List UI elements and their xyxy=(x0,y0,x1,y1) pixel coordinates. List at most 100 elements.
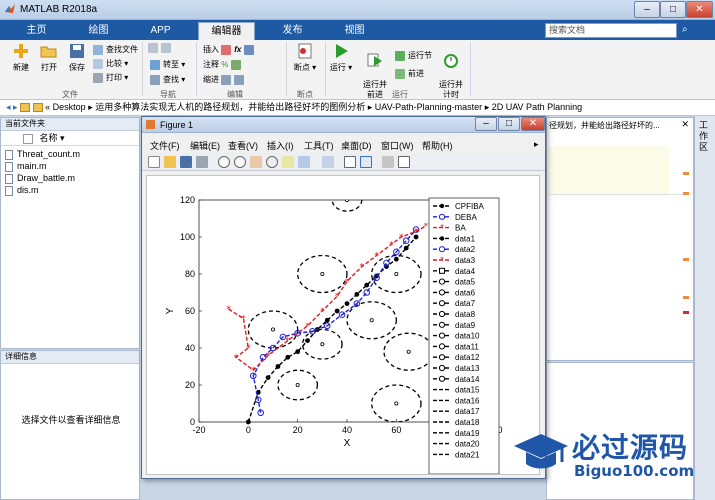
comment-button[interactable]: 注释 % xyxy=(203,59,244,70)
colorbar-icon[interactable] xyxy=(344,156,356,168)
print-figure-icon[interactable] xyxy=(196,156,208,168)
file-name: dis.m xyxy=(17,185,39,195)
folder-up-icon[interactable] xyxy=(32,103,43,113)
name-column-header[interactable]: 名称 xyxy=(40,133,58,143)
data-point-CPFIBA xyxy=(344,301,350,306)
figure-titlebar: Figure 1 – □ ✕ xyxy=(142,117,545,133)
breakpoints-button[interactable]: 断点 ▾ xyxy=(290,42,320,73)
maximize-button[interactable]: □ xyxy=(660,1,686,18)
editor-close-icon[interactable]: ✕ xyxy=(681,119,689,130)
open-file-icon[interactable] xyxy=(164,156,176,168)
legend-marker xyxy=(439,236,445,241)
link-plot-icon[interactable] xyxy=(322,156,334,168)
tab-home[interactable]: 主页 xyxy=(8,22,65,40)
save-figure-icon[interactable] xyxy=(180,156,192,168)
menu-insert[interactable]: 插入(I) xyxy=(267,139,294,152)
separator xyxy=(142,42,143,96)
run-section-button[interactable]: 运行节 xyxy=(395,50,432,61)
file-item[interactable]: dis.m xyxy=(5,184,39,196)
file-list-header[interactable]: 名称 ▾ xyxy=(1,132,139,146)
legend-marker xyxy=(438,310,446,318)
data-cursor-icon[interactable] xyxy=(282,156,294,168)
edit-group-label: 编辑 xyxy=(227,90,243,99)
minimize-button[interactable]: – xyxy=(634,1,660,18)
zoom-in-icon[interactable] xyxy=(218,156,230,168)
file-item[interactable]: Threat_count.m xyxy=(5,148,80,160)
tab-view[interactable]: 视图 xyxy=(326,22,383,40)
path-segment[interactable]: 运用多种算法实现无人机的路径规划，并能给出路径好坏的图例分析 xyxy=(95,102,365,112)
figure-minimize-button[interactable]: – xyxy=(475,117,497,131)
workspace-label[interactable]: 工作区 xyxy=(699,120,711,153)
search-docs-input[interactable]: 搜索文档 xyxy=(545,23,677,38)
legend-label: data16 xyxy=(455,396,480,405)
path-segment[interactable]: Desktop xyxy=(53,102,86,112)
path-planning-chart[interactable]: -20020406080100020406080100120XY********… xyxy=(147,176,539,475)
menu-file[interactable]: 文件(F) xyxy=(150,139,180,152)
menu-dock-arrow-icon[interactable]: ▸ xyxy=(534,139,539,150)
legend-marker: * xyxy=(440,223,444,233)
figure-canvas[interactable]: -20020406080100020406080100120XY********… xyxy=(146,175,540,475)
legend-label: data10 xyxy=(455,332,480,341)
data-point-BA: * xyxy=(374,252,379,262)
new-figure-icon[interactable] xyxy=(148,156,160,168)
indent-button[interactable]: 缩进 xyxy=(203,74,247,85)
file-item[interactable]: main.m xyxy=(5,160,47,172)
path-segment[interactable]: UAV-Path-Planning-master xyxy=(375,102,482,112)
y-tick-label: 0 xyxy=(190,417,195,427)
print-button[interactable]: 打印 ▾ xyxy=(93,72,128,83)
goto-button[interactable]: 转至 ▾ xyxy=(150,59,185,70)
search-icon[interactable]: ⌕ xyxy=(682,24,688,35)
file-item[interactable]: Draw_battle.m xyxy=(5,172,75,184)
figure-maximize-button[interactable]: □ xyxy=(498,117,520,131)
path-segment[interactable]: 2D UAV Path Planning xyxy=(492,102,582,112)
show-tools-icon[interactable] xyxy=(398,156,410,168)
new-button[interactable]: 新建 xyxy=(8,42,34,73)
menu-desktop[interactable]: 桌面(D) xyxy=(341,139,372,152)
compare-button[interactable]: 比较 ▾ xyxy=(93,58,128,69)
tab-editor[interactable]: 编辑器 xyxy=(198,22,255,40)
path-bar: ◂ ▸ « Desktop ▸ 运用多种算法实现无人机的路径规划，并能给出路径好… xyxy=(0,100,715,116)
percent-icon: % xyxy=(221,60,229,69)
threat-center xyxy=(369,318,374,323)
tab-publish[interactable]: 发布 xyxy=(264,22,321,40)
find-button[interactable]: 查找 ▾ xyxy=(150,74,185,85)
title-bar: MATLAB R2018a – □ ✕ xyxy=(0,0,715,20)
pan-icon[interactable] xyxy=(250,156,262,168)
run-button[interactable]: 运行 ▾ xyxy=(328,42,354,73)
run-time-button[interactable]: 运行并 计时 xyxy=(436,42,466,100)
tab-apps[interactable]: APP xyxy=(132,22,189,40)
select-all-checkbox[interactable] xyxy=(23,133,33,144)
figure-close-button[interactable]: ✕ xyxy=(521,117,545,131)
menu-tools[interactable]: 工具(T) xyxy=(304,139,334,152)
open-button[interactable]: 打开 xyxy=(36,42,62,73)
save-button[interactable]: 保存 xyxy=(64,42,90,73)
breakpoints-group-label: 断点 xyxy=(297,90,313,99)
legend-icon[interactable] xyxy=(360,156,372,168)
menu-window[interactable]: 窗口(W) xyxy=(381,139,414,152)
figure-menubar: 文件(F) 编辑(E) 查看(V) 插入(I) 工具(T) 桌面(D) 窗口(W… xyxy=(142,137,545,151)
menu-help[interactable]: 帮助(H) xyxy=(422,139,453,152)
zoom-out-icon[interactable] xyxy=(234,156,246,168)
editor-area[interactable]: 径规划，并能给出路径好坏的... ✕ xyxy=(546,117,694,361)
data-point-CPFIBA xyxy=(265,375,271,380)
data-point-CPFIBA xyxy=(403,245,409,251)
back-arrow-icon[interactable]: ◂ xyxy=(6,102,11,112)
tab-plots[interactable]: 绘图 xyxy=(70,22,127,40)
menu-edit[interactable]: 编辑(E) xyxy=(190,139,220,152)
brush-icon[interactable] xyxy=(298,156,310,168)
x-tick-label: 0 xyxy=(246,425,251,435)
advance-button[interactable]: 前进 xyxy=(395,68,424,79)
indent-icon xyxy=(221,74,232,85)
data-point-BA: * xyxy=(266,351,271,361)
hide-tools-icon[interactable] xyxy=(382,156,394,168)
insert-button[interactable]: 插入 fx xyxy=(203,44,257,55)
forward-arrow-icon[interactable]: ▸ xyxy=(13,102,18,112)
nav-icons[interactable] xyxy=(148,43,174,53)
menu-view[interactable]: 查看(V) xyxy=(228,139,258,152)
folder-icon[interactable] xyxy=(20,103,31,113)
close-button[interactable]: ✕ xyxy=(686,1,713,18)
watermark-url: Biguo100.com xyxy=(574,462,695,480)
find-files-button[interactable]: 查找文件 xyxy=(93,44,138,55)
rotate-icon[interactable] xyxy=(266,156,278,168)
legend-label: data3 xyxy=(455,256,476,265)
